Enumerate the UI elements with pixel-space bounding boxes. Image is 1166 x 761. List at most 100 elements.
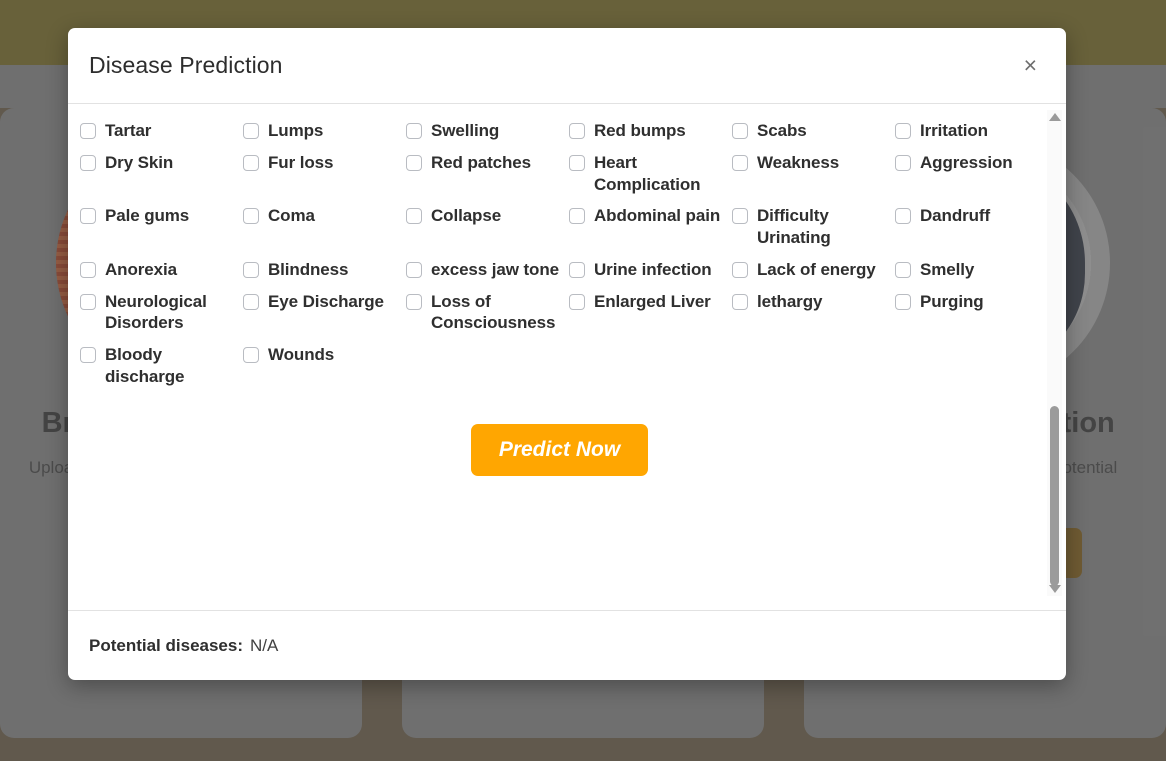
symptom-checkbox[interactable]: [732, 208, 748, 225]
symptom-checkbox[interactable]: [406, 208, 422, 225]
symptom-item[interactable]: Blindness: [243, 259, 406, 281]
symptom-checkbox[interactable]: [569, 261, 585, 278]
symptom-checkbox[interactable]: [569, 293, 585, 310]
symptom-label: Dandruff: [920, 206, 991, 226]
symptom-item[interactable]: Neurological Disorders: [80, 291, 243, 335]
symptom-checkbox[interactable]: [243, 154, 259, 171]
symptom-label: Anorexia: [105, 259, 177, 279]
symptom-label: Coma: [268, 206, 315, 226]
symptom-label: Collapse: [431, 206, 502, 226]
symptom-checkbox[interactable]: [406, 261, 422, 278]
symptom-item[interactable]: Dandruff: [895, 205, 1058, 249]
symptom-checkbox[interactable]: [80, 208, 96, 225]
symptom-label: excess jaw tone: [431, 259, 559, 279]
symptom-checkbox[interactable]: [895, 261, 911, 278]
symptom-item[interactable]: Irritation: [895, 120, 1058, 142]
symptom-item[interactable]: Enlarged Liver: [569, 291, 732, 335]
dialog-title: Disease Prediction: [89, 52, 283, 78]
symptom-label: Heart Complication: [594, 152, 701, 194]
symptom-checkbox[interactable]: [895, 208, 911, 225]
symptom-checkbox[interactable]: [569, 154, 585, 171]
symptom-item[interactable]: Smelly: [895, 259, 1058, 281]
dialog-body: Tartar Lumps Swelling Red bumps Scabs Irritat…: [68, 104, 1066, 610]
symptom-item[interactable]: Red patches: [406, 152, 569, 196]
symptom-item[interactable]: Abdominal pain: [569, 205, 732, 249]
symptom-checkbox[interactable]: [895, 154, 911, 171]
symptom-item[interactable]: Difficulty Urinating: [732, 205, 895, 249]
symptom-label: Blindness: [268, 259, 349, 279]
symptom-item[interactable]: Weakness: [732, 152, 895, 196]
symptom-checkbox[interactable]: [895, 293, 911, 310]
symptom-label: Irritation: [920, 121, 988, 140]
symptom-item[interactable]: Dry Skin: [80, 152, 243, 196]
symptom-checkbox[interactable]: [243, 347, 259, 363]
symptom-item[interactable]: Aggression: [895, 152, 1058, 196]
potential-diseases-value: N/A: [250, 635, 279, 655]
symptom-label: Red patches: [431, 152, 531, 172]
symptom-checkbox[interactable]: [406, 293, 422, 310]
symptom-checkbox-grid: Tartar Lumps Swelling Red bumps Scabs Irritat…: [74, 120, 1045, 388]
symptom-item[interactable]: Urine infection: [569, 259, 732, 281]
symptom-item[interactable]: Swelling: [406, 120, 569, 142]
close-icon[interactable]: ×: [1018, 50, 1043, 81]
symptom-checkbox[interactable]: [243, 123, 259, 139]
symptom-checkbox[interactable]: [569, 123, 585, 139]
symptom-label: Tartar: [105, 121, 152, 140]
symptom-item[interactable]: Anorexia: [80, 259, 243, 281]
body-scrollbar[interactable]: [1047, 110, 1062, 596]
symptom-checkbox[interactable]: [732, 293, 748, 310]
disease-prediction-dialog: Disease Prediction × Tartar Lumps Swelling…: [68, 28, 1066, 680]
symptom-checkbox[interactable]: [80, 347, 96, 363]
symptom-item[interactable]: Collapse: [406, 205, 569, 249]
predict-now-button[interactable]: Predict Now: [470, 423, 649, 476]
symptom-checkbox[interactable]: [895, 123, 911, 139]
symptom-item[interactable]: excess jaw tone: [406, 259, 569, 281]
symptom-item[interactable]: Purging: [895, 291, 1058, 335]
symptom-checkbox[interactable]: [569, 208, 585, 225]
symptom-item[interactable]: Loss of Consciousness: [406, 291, 569, 335]
symptom-checkbox[interactable]: [732, 154, 748, 171]
symptom-label: Lumps: [268, 121, 324, 140]
symptom-item[interactable]: Wounds: [243, 344, 406, 388]
symptom-item[interactable]: Bloody discharge: [80, 344, 243, 388]
symptom-item[interactable]: Pale gums: [80, 205, 243, 249]
symptom-label: Abdominal pain: [594, 206, 721, 226]
symptom-label: Lack of energy: [757, 259, 876, 279]
symptom-checkbox[interactable]: [243, 261, 259, 278]
symptom-checkbox[interactable]: [80, 154, 96, 171]
potential-diseases-label: Potential diseases:: [89, 635, 244, 655]
symptom-checkbox[interactable]: [406, 154, 422, 171]
symptom-item[interactable]: lethargy: [732, 291, 895, 335]
symptom-item[interactable]: Tartar: [80, 120, 243, 142]
symptom-item[interactable]: Lumps: [243, 120, 406, 142]
symptom-checkbox[interactable]: [80, 261, 96, 278]
symptom-label: Urine infection: [594, 259, 712, 279]
symptom-checkbox[interactable]: [80, 123, 96, 139]
symptom-item[interactable]: Eye Discharge: [243, 291, 406, 335]
symptom-item[interactable]: Scabs: [732, 120, 895, 142]
symptom-checkbox[interactable]: [80, 293, 96, 310]
symptom-label: Red bumps: [594, 121, 686, 140]
symptom-item[interactable]: Heart Complication: [569, 152, 732, 196]
scrollbar-thumb[interactable]: [1050, 406, 1059, 586]
symptom-label: Enlarged Liver: [594, 291, 711, 311]
symptom-item[interactable]: Fur loss: [243, 152, 406, 196]
symptom-label: Aggression: [920, 152, 1013, 172]
symptom-item[interactable]: Coma: [243, 205, 406, 249]
symptom-checkbox[interactable]: [732, 123, 748, 139]
symptom-label: Weakness: [757, 152, 840, 172]
symptom-checkbox[interactable]: [243, 208, 259, 225]
symptom-label: Eye Discharge: [268, 291, 384, 311]
scroll-down-arrow-icon[interactable]: [1048, 585, 1061, 593]
scroll-up-arrow-icon[interactable]: [1048, 113, 1061, 121]
scrollbar-track[interactable]: [1050, 124, 1059, 586]
symptom-item[interactable]: Lack of energy: [732, 259, 895, 281]
symptom-item[interactable]: Red bumps: [569, 120, 732, 142]
symptom-checkbox[interactable]: [243, 293, 259, 310]
symptom-label: Wounds: [268, 345, 335, 364]
symptom-checkbox[interactable]: [732, 261, 748, 278]
symptom-label: Difficulty Urinating: [757, 206, 831, 247]
symptom-checkbox[interactable]: [406, 123, 422, 139]
symptom-label: lethargy: [757, 291, 823, 311]
symptom-label: Smelly: [920, 259, 975, 279]
